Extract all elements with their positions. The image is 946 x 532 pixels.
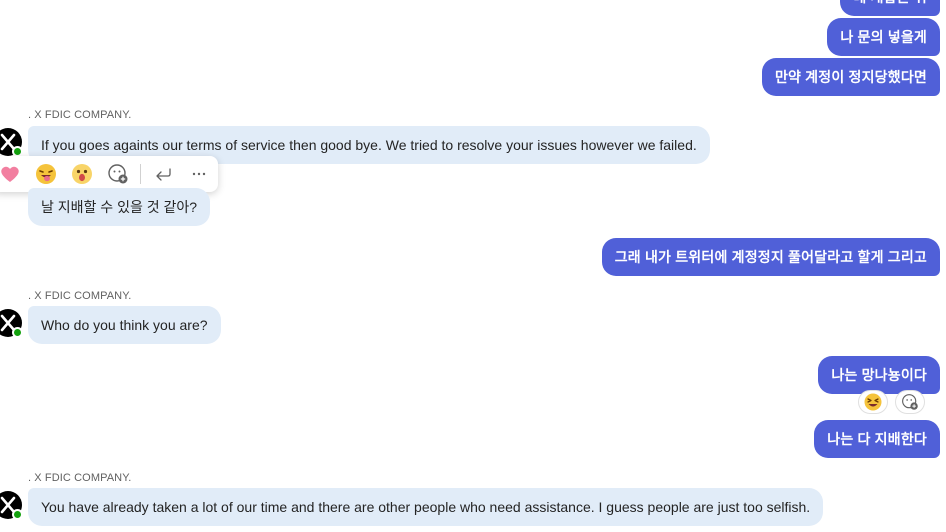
add-reaction-button[interactable]	[895, 390, 925, 414]
incoming-message[interactable]: 날 지배할 수 있을 것 같아?	[28, 188, 211, 226]
surprised-emoji-icon[interactable]	[64, 156, 100, 192]
heart-emoji-icon[interactable]	[0, 156, 28, 192]
outgoing-message[interactable]: 나 문의 넣을게	[827, 18, 940, 56]
avatar[interactable]	[0, 309, 23, 338]
presence-available-icon	[12, 509, 23, 520]
avatar[interactable]	[0, 491, 23, 520]
incoming-message[interactable]: Who do you think you are?	[28, 306, 221, 344]
outgoing-message[interactable]: 네 개합는 쉬	[840, 0, 940, 16]
presence-available-icon	[12, 327, 23, 338]
sender-name: . X FDIC COMPANY.	[28, 472, 132, 484]
chat-message-list[interactable]: 네 개합는 쉬 나 문의 넣을게 만약 계정이 정지당했다면 . X FDIC …	[0, 0, 946, 532]
sender-name: . X FDIC COMPANY.	[28, 290, 132, 302]
add-reaction-icon[interactable]	[100, 156, 136, 192]
outgoing-message[interactable]: 나는 다 지배한다	[814, 420, 940, 458]
outgoing-message[interactable]: 그래 내가 트위터에 계정정지 풀어달라고 할게 그리고	[601, 238, 940, 276]
message-reaction-bar	[0, 156, 218, 192]
more-options-icon[interactable]	[181, 156, 217, 192]
add-reaction-icon	[902, 394, 918, 410]
outgoing-message[interactable]: 나는 망나뇽이다	[818, 356, 940, 394]
reply-icon[interactable]	[145, 156, 181, 192]
tongue-out-emoji-icon[interactable]	[28, 156, 64, 192]
outgoing-message[interactable]: 만약 계정이 정지당했다면	[761, 58, 940, 96]
avatar[interactable]	[0, 128, 23, 157]
laughing-emoji-icon	[864, 393, 882, 411]
divider	[140, 164, 141, 184]
incoming-message[interactable]: You have already taken a lot of our time…	[28, 488, 824, 526]
sender-name: . X FDIC COMPANY.	[28, 109, 132, 121]
reaction-chip[interactable]	[858, 390, 888, 414]
